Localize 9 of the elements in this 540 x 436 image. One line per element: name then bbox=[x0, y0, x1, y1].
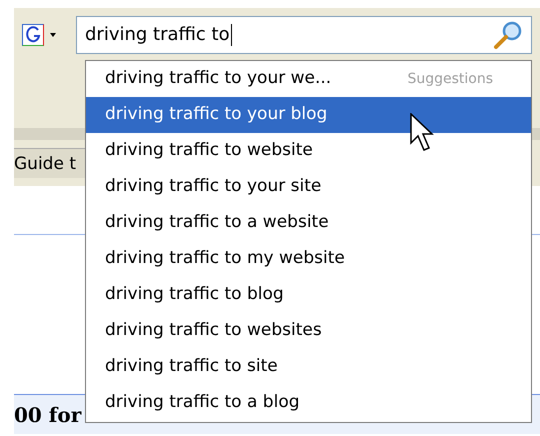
search-field-text: driving traffic to bbox=[85, 24, 232, 46]
mouse-pointer-icon bbox=[410, 113, 434, 153]
suggestion-item[interactable]: driving traffic to your blog bbox=[86, 97, 531, 133]
results-text: 00 for bbox=[14, 402, 82, 428]
caret-icon bbox=[50, 33, 56, 37]
search-field[interactable]: driving traffic to bbox=[76, 16, 532, 54]
search-icon[interactable] bbox=[493, 20, 523, 50]
suggestions-label: Suggestions bbox=[407, 70, 493, 88]
g-logo-icon bbox=[22, 24, 44, 46]
